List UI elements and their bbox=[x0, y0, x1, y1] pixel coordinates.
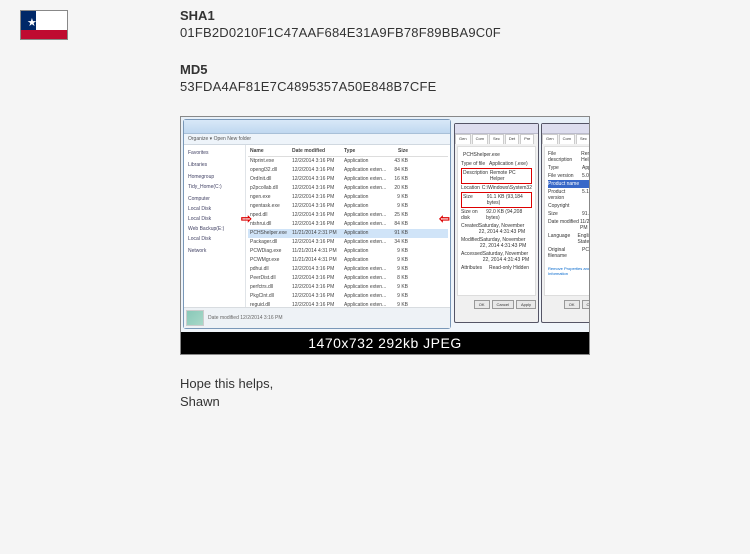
explorer-tree: FavoritesLibrariesHomegroupTidy_Home(C:)… bbox=[184, 145, 246, 307]
image-meta-bar: 1470x732 292kb JPEG bbox=[181, 332, 589, 354]
sha1-block: SHA1 01FB2D0210F1C47AAF684E31A9FB78F89BB… bbox=[180, 8, 730, 40]
md5-value: 53FDA4AF81E7C4895357A50E848B7CFE bbox=[180, 79, 730, 94]
closing-line2: Shawn bbox=[180, 393, 730, 411]
footer-thumbnail bbox=[186, 310, 204, 326]
explorer-titlebar bbox=[184, 120, 450, 134]
red-arrow-right-icon: ⇦ bbox=[439, 211, 450, 227]
embedded-screenshot[interactable]: Organize ▾ Open New folder FavoritesLibr… bbox=[180, 116, 590, 355]
user-flag-texas: ★ bbox=[20, 10, 68, 40]
sha1-label: SHA1 bbox=[180, 8, 730, 23]
properties-details-window: GenComSecDetPre File descriptionRemote P… bbox=[541, 123, 589, 323]
md5-label: MD5 bbox=[180, 62, 730, 77]
explorer-window: Organize ▾ Open New folder FavoritesLibr… bbox=[183, 119, 451, 329]
explorer-file-list: NameDate modifiedTypeSizeNtprint.exe12/2… bbox=[246, 145, 450, 307]
sha1-value: 01FB2D0210F1C47AAF684E31A9FB78F89BBA9C0F bbox=[180, 25, 730, 40]
explorer-toolbar: Organize ▾ Open New folder bbox=[184, 134, 450, 145]
properties-general-window: GenComSecDetPre PCHShelper.exeType of fi… bbox=[454, 123, 539, 323]
explorer-footer: Date modified 12/2/2014 3:16 PM bbox=[184, 307, 450, 328]
closing-text: Hope this helps, Shawn bbox=[180, 375, 730, 411]
footer-text: Date modified 12/2/2014 3:16 PM bbox=[208, 315, 283, 321]
red-arrow-left-icon: ⇨ bbox=[241, 211, 252, 227]
md5-block: MD5 53FDA4AF81E7C4895357A50E848B7CFE bbox=[180, 62, 730, 94]
closing-line1: Hope this helps, bbox=[180, 375, 730, 393]
